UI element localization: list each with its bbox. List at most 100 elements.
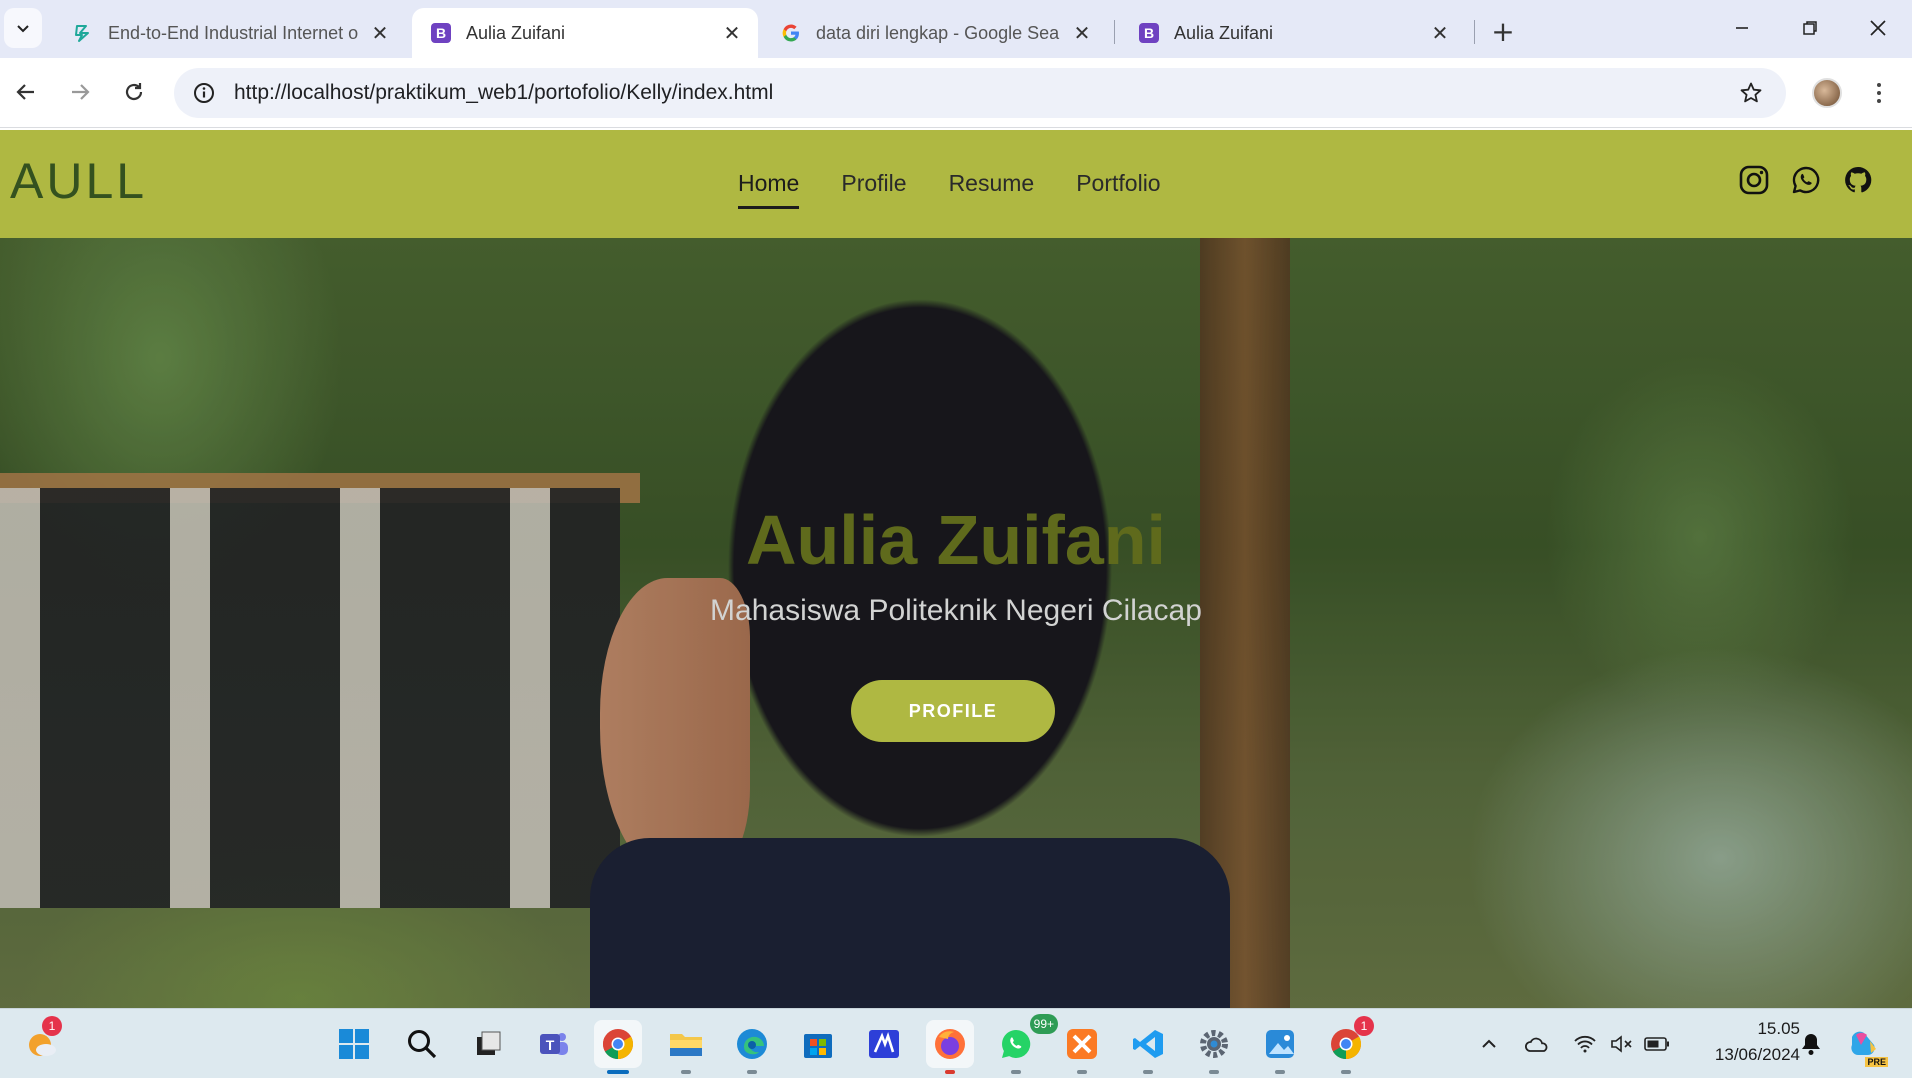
show-hidden-icons-chevron[interactable] bbox=[1474, 1029, 1504, 1059]
copilot-button[interactable]: PRE bbox=[1842, 1023, 1888, 1067]
minimize-button[interactable] bbox=[1712, 8, 1772, 48]
folder-icon bbox=[670, 1034, 702, 1056]
chrome-app[interactable] bbox=[594, 1020, 642, 1074]
file-explorer-app[interactable] bbox=[662, 1020, 710, 1074]
browser-tab[interactable]: End-to-End Industrial Internet o ✕ bbox=[54, 8, 406, 58]
minimize-icon bbox=[1736, 27, 1748, 29]
bootstrap-icon: B bbox=[1138, 22, 1160, 44]
xampp-icon bbox=[1067, 1029, 1097, 1059]
whatsapp-app[interactable]: 99+ bbox=[992, 1014, 1058, 1074]
browser-tab[interactable]: B Aulia Zuifani ✕ bbox=[1120, 8, 1466, 58]
tab-title: Aulia Zuifani bbox=[466, 22, 566, 43]
volume-muted-icon[interactable] bbox=[1606, 1029, 1636, 1059]
address-bar[interactable]: http://localhost/praktikum_web1/portofol… bbox=[174, 68, 1786, 118]
tab-separator bbox=[1114, 20, 1115, 44]
restore-icon bbox=[1803, 21, 1817, 35]
weather-widget[interactable]: 1 bbox=[18, 1016, 66, 1068]
whatsapp-badge: 99+ bbox=[1029, 1014, 1058, 1034]
search-icon bbox=[408, 1030, 437, 1059]
hero-title: Aulia Zuifani bbox=[746, 501, 1166, 579]
battery-icon[interactable] bbox=[1642, 1029, 1672, 1059]
clock-time: 15.05 bbox=[1757, 1019, 1800, 1038]
arrow-left-icon bbox=[16, 84, 34, 100]
microsoft-store-icon bbox=[804, 1034, 832, 1058]
social-links bbox=[1738, 164, 1874, 196]
wifi-icon[interactable] bbox=[1570, 1029, 1600, 1059]
settings-app[interactable] bbox=[1190, 1020, 1238, 1074]
tab-separator bbox=[1474, 20, 1475, 44]
profile-avatar[interactable] bbox=[1812, 78, 1842, 108]
reload-icon bbox=[125, 83, 143, 101]
active-indicator bbox=[607, 1070, 629, 1074]
nav-profile[interactable]: Profile bbox=[841, 170, 906, 207]
bootstrap-icon: B bbox=[430, 22, 452, 44]
google-icon bbox=[780, 22, 802, 44]
reload-button[interactable] bbox=[114, 72, 154, 112]
system-clock[interactable]: 15.05 13/06/2024 bbox=[1690, 1019, 1800, 1065]
site-navbar: AULL Home Profile Resume Portfolio bbox=[0, 130, 1912, 238]
close-tab-icon[interactable]: ✕ bbox=[1070, 21, 1094, 45]
windows-logo-icon bbox=[339, 1029, 369, 1059]
vscode-app[interactable] bbox=[1124, 1020, 1172, 1074]
chrome-icon bbox=[602, 1029, 634, 1059]
tab-search-button[interactable] bbox=[4, 8, 42, 48]
browser-tab-active[interactable]: B Aulia Zuifani ✕ bbox=[412, 8, 758, 58]
clock-date: 13/06/2024 bbox=[1714, 1045, 1800, 1064]
tab-title: Aulia Zuifani bbox=[1174, 22, 1274, 43]
bookmark-star-icon[interactable] bbox=[1736, 78, 1766, 108]
onedrive-icon[interactable] bbox=[1522, 1029, 1552, 1059]
edge-icon bbox=[737, 1029, 767, 1059]
hero-section: Aulia Zuifani Mahasiswa Politeknik Neger… bbox=[0, 238, 1912, 1008]
browser-toolbar: http://localhost/praktikum_web1/portofol… bbox=[0, 58, 1912, 128]
teams-icon: T bbox=[540, 1033, 568, 1055]
notification-bell-icon[interactable] bbox=[1796, 1029, 1826, 1059]
visual-studio-app[interactable] bbox=[860, 1020, 908, 1068]
teams-app[interactable]: T bbox=[530, 1020, 578, 1068]
nav-home[interactable]: Home bbox=[738, 170, 800, 209]
xampp-app[interactable] bbox=[1058, 1020, 1106, 1074]
firefox-app[interactable] bbox=[926, 1020, 974, 1074]
start-button[interactable] bbox=[330, 1020, 378, 1068]
weather-badge: 1 bbox=[42, 1016, 62, 1036]
github-icon[interactable] bbox=[1842, 164, 1874, 196]
profile-button[interactable]: PROFILE bbox=[851, 680, 1055, 742]
gear-icon bbox=[1200, 1030, 1228, 1058]
hero-subtitle: Mahasiswa Politeknik Negeri Cilacap bbox=[710, 594, 1202, 627]
ai-app-icon bbox=[869, 1030, 899, 1058]
running-indicator bbox=[1341, 1070, 1351, 1074]
firefox-icon bbox=[935, 1029, 965, 1059]
browser-tab-strip: End-to-End Industrial Internet o ✕ B Aul… bbox=[0, 0, 1912, 58]
store-app[interactable] bbox=[794, 1020, 842, 1068]
svg-text:B: B bbox=[436, 25, 446, 41]
close-tab-icon[interactable]: ✕ bbox=[720, 21, 744, 45]
whatsapp-icon[interactable] bbox=[1790, 164, 1822, 196]
copilot-preview-label: PRE bbox=[1865, 1057, 1888, 1067]
url-text[interactable]: http://localhost/praktikum_web1/portofol… bbox=[234, 81, 773, 105]
close-window-button[interactable] bbox=[1848, 8, 1908, 48]
nav-resume[interactable]: Resume bbox=[949, 170, 1035, 207]
site-menu: Home Profile Resume Portfolio bbox=[738, 170, 1161, 209]
nav-portfolio[interactable]: Portfolio bbox=[1076, 170, 1160, 207]
browser-menu-icon[interactable] bbox=[1864, 74, 1894, 112]
new-tab-button[interactable]: + bbox=[1486, 14, 1520, 48]
back-button[interactable] bbox=[6, 72, 46, 112]
chrome-app-2[interactable]: 1 bbox=[1322, 1016, 1374, 1074]
instagram-icon[interactable] bbox=[1738, 164, 1770, 196]
forward-button[interactable] bbox=[60, 72, 100, 112]
windows-taskbar: 1 T 99+ 1 15.05 13/06/2024 PRE bbox=[0, 1008, 1912, 1078]
close-tab-icon[interactable]: ✕ bbox=[368, 21, 392, 45]
browser-tab[interactable]: data diri lengkap - Google Sear ✕ bbox=[762, 8, 1108, 58]
site-info-icon[interactable] bbox=[180, 68, 228, 118]
close-tab-icon[interactable]: ✕ bbox=[1428, 21, 1452, 45]
site-brand[interactable]: AULL bbox=[10, 152, 147, 210]
botpress-icon bbox=[72, 22, 94, 44]
svg-text:T: T bbox=[546, 1037, 555, 1053]
search-button[interactable] bbox=[398, 1020, 446, 1068]
edge-app[interactable] bbox=[728, 1020, 776, 1074]
chevron-down-icon bbox=[17, 25, 29, 33]
restore-button[interactable] bbox=[1780, 8, 1840, 48]
task-view-button[interactable] bbox=[464, 1020, 512, 1068]
tab-title: End-to-End Industrial Internet o bbox=[108, 22, 358, 43]
photos-app[interactable] bbox=[1256, 1020, 1304, 1074]
running-indicator bbox=[1011, 1070, 1021, 1074]
